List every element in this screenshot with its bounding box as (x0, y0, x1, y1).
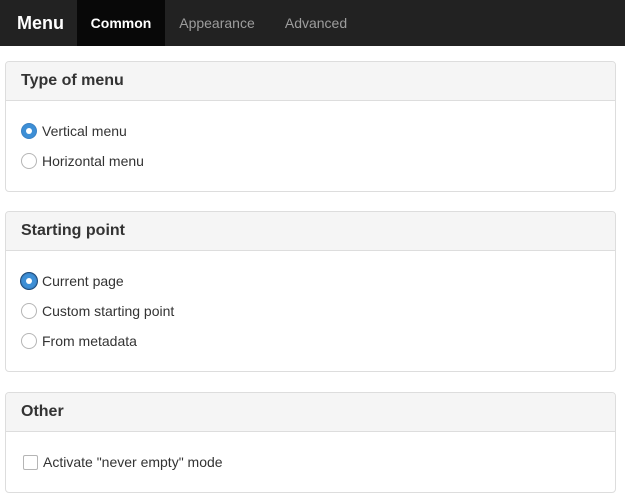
from-metadata-label: From metadata (42, 333, 137, 349)
tab-common[interactable]: Common (77, 0, 165, 46)
tab-appearance[interactable]: Appearance (165, 0, 269, 46)
custom-starting-point-label: Custom starting point (42, 303, 175, 319)
option-current-page[interactable]: Current page (6, 266, 615, 296)
never-empty-checkbox[interactable] (23, 454, 38, 470)
brand-title: Menu (17, 12, 64, 33)
custom-starting-point-radio[interactable] (21, 303, 37, 319)
vertical-menu-label: Vertical menu (42, 123, 127, 139)
option-horizontal-menu[interactable]: Horizontal menu (6, 146, 615, 176)
option-custom-starting-point[interactable]: Custom starting point (6, 296, 615, 326)
starting-point-body: Current page Custom starting point From … (6, 251, 615, 356)
horizontal-menu-radio[interactable] (21, 153, 37, 169)
never-empty-label: Activate "never empty" mode (43, 454, 223, 470)
option-never-empty-mode[interactable]: Activate "never empty" mode (6, 447, 615, 477)
starting-point-panel: Starting point Current page Custom start… (5, 211, 616, 372)
current-page-label: Current page (42, 273, 124, 289)
from-metadata-radio[interactable] (21, 333, 37, 349)
other-body: Activate "never empty" mode (6, 432, 615, 477)
option-from-metadata[interactable]: From metadata (6, 326, 615, 356)
tab-advanced[interactable]: Advanced (269, 0, 363, 46)
type-of-menu-panel: Type of menu Vertical menu Horizontal me… (5, 61, 616, 192)
type-of-menu-heading: Type of menu (6, 62, 615, 101)
top-navbar: Menu Common Appearance Advanced (0, 0, 625, 46)
other-panel: Other Activate "never empty" mode (5, 392, 616, 493)
vertical-menu-radio[interactable] (21, 123, 37, 139)
option-vertical-menu[interactable]: Vertical menu (6, 116, 615, 146)
other-heading: Other (6, 393, 615, 432)
horizontal-menu-label: Horizontal menu (42, 153, 144, 169)
type-of-menu-body: Vertical menu Horizontal menu (6, 101, 615, 176)
current-page-radio[interactable] (21, 273, 37, 289)
starting-point-heading: Starting point (6, 212, 615, 251)
